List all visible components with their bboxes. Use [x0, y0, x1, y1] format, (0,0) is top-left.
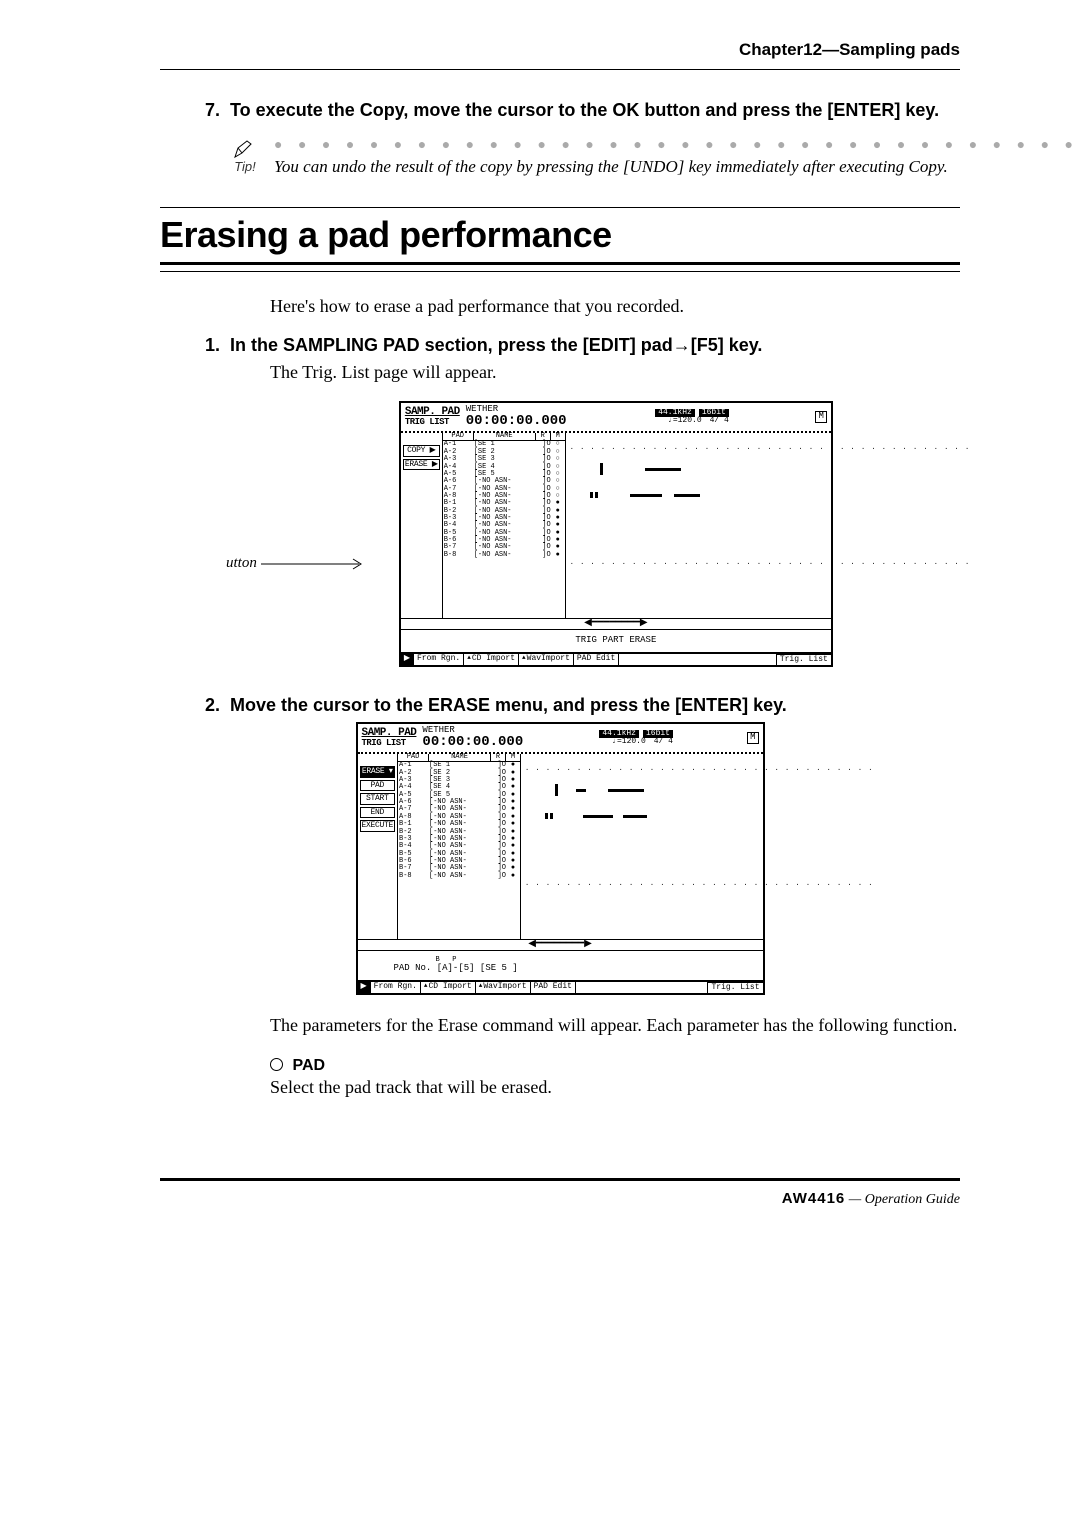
ss1-marker: M [815, 411, 826, 422]
erase-menu[interactable]: ERASE ▶ [403, 459, 440, 471]
step1-body: The Trig. List page will appear. [270, 362, 960, 383]
step2-title: Move the cursor to the ERASE menu, and p… [230, 695, 960, 716]
step-7: 7. To execute the Copy, move the cursor … [160, 100, 960, 121]
ss2-tab-icon[interactable]: ▶ [358, 982, 371, 993]
step1-title: In the SAMPLING PAD section, press the [… [230, 335, 960, 356]
ss2-sig: 4/ 4 [654, 738, 673, 746]
pad-param[interactable]: PAD [360, 780, 396, 792]
ss2-head-pad: PAD [398, 754, 429, 761]
pad-subheading: PAD [270, 1054, 960, 1075]
ss2-param: B P PAD No. [A]-[5] [SE 5 ] [358, 950, 763, 980]
section-rule-thick [160, 262, 960, 265]
tip-label: Tip! [234, 159, 256, 174]
step2-number: 2. [160, 695, 220, 716]
footer-model: AW4416 [782, 1190, 846, 1207]
tip-text: You can undo the result of the copy by p… [274, 157, 1080, 177]
step-2: 2. Move the cursor to the ERASE menu, an… [160, 695, 960, 716]
ss1-head-pad: PAD [443, 433, 474, 440]
ss1-tab-padedit[interactable]: PAD Edit [574, 654, 619, 665]
ss2-marker: M [747, 732, 758, 743]
list-item[interactable]: B-8[-NO ASN-]O● [443, 552, 565, 559]
ss1-tab-wavimport[interactable]: WavImport [519, 654, 574, 665]
ss2-tab-fromrgn[interactable]: From Rgn. [371, 982, 421, 993]
ss1-title2: TRIG LIST [405, 418, 460, 427]
arrow-icon [257, 556, 367, 572]
ss1-head-name: NAME [474, 433, 536, 440]
intro-para: Here's how to erase a pad performance th… [270, 296, 960, 317]
ss1-waveform: . . . . . . . . . . . . . . . . . . . . … [566, 433, 974, 618]
screenshot-2: SAMP. PAD TRIG LIST WETHER 00:00:00.000 … [356, 722, 765, 995]
ss2-list: PAD NAME R M A-1[SE 1]O●A-2[SE 2]O●A-3[S… [397, 754, 521, 939]
ss1-tempo: ♩=120.0 [668, 417, 702, 425]
screenshot-1: SAMP. PAD TRIG LIST WETHER 00:00:00.000 … [399, 401, 833, 667]
ss2-head-m: M [506, 754, 520, 761]
ss2-tab-wavimport[interactable]: WavImport [476, 982, 531, 993]
footer-text: AW4416 — Operation Guide [160, 1190, 960, 1208]
button-caption: utton [226, 555, 257, 572]
erase-menu-open[interactable]: ERASE ▾ [360, 766, 396, 778]
section-title: Erasing a pad performance [160, 214, 960, 256]
tip-block: Tip! ● ● ● ● ● ● ● ● ● ● ● ● ● ● ● ● ● ●… [230, 139, 960, 177]
ss2-waveform: . . . . . . . . . . . . . . . . . . . . … [521, 754, 877, 939]
ss2-footer: ▶ From Rgn. CD Import WavImport PAD Edit… [358, 980, 763, 993]
ss1-tab-fromrgn[interactable]: From Rgn. [414, 654, 464, 665]
copy-menu[interactable]: COPY ▶ [403, 445, 440, 457]
pencil-icon [233, 139, 257, 159]
ss2-tab-triglist[interactable]: Trig. List [707, 982, 762, 993]
ss1-list: PAD NAME R M A-1[SE 1]O○A-2[SE 2]O○A-3[S… [442, 433, 566, 618]
ss1-sig: 4/ 4 [710, 417, 729, 425]
chapter-label: Chapter12—Sampling pads [160, 40, 960, 60]
ss2-head-r: R [491, 754, 506, 761]
ss2-time: 00:00:00.000 [422, 735, 523, 750]
ss2-tab-padedit[interactable]: PAD Edit [531, 982, 576, 993]
ss2-title2: TRIG LIST [362, 739, 417, 748]
tip-dots: ● ● ● ● ● ● ● ● ● ● ● ● ● ● ● ● ● ● ● ● … [274, 139, 1080, 153]
ss2-scroll[interactable]: ◀━━━━━━━━▶ [358, 939, 763, 950]
ss2-tab-cdimport[interactable]: CD Import [421, 982, 476, 993]
ss1-tab-icon[interactable]: ▶ [401, 654, 414, 665]
end-param[interactable]: END [360, 807, 396, 819]
start-param[interactable]: START [360, 793, 396, 805]
ss2-head-name: NAME [429, 754, 491, 761]
pad-label: PAD [293, 1057, 326, 1074]
step2-body: The parameters for the Erase command wil… [270, 1015, 960, 1036]
section-rule-top [160, 207, 960, 208]
step7-number: 7. [160, 100, 220, 121]
step7-title: To execute the Copy, move the cursor to … [230, 100, 960, 121]
execute-button[interactable]: EXECUTE [360, 820, 396, 832]
ss2-tempo: ♩=120.0 [612, 738, 646, 746]
ss1-footer: ▶ From Rgn. CD Import WavImport PAD Edit… [401, 652, 831, 665]
step1-number: 1. [160, 335, 220, 356]
pad-desc: Select the pad track that will be erased… [270, 1077, 960, 1098]
footer-rule [160, 1178, 960, 1181]
ss1-head-m: M [551, 433, 565, 440]
ss1-tab-cdimport[interactable]: CD Import [464, 654, 519, 665]
ss1-head-r: R [536, 433, 551, 440]
ss1-command: TRIG PART ERASE [401, 629, 831, 651]
ss1-scroll[interactable]: ◀━━━━━━━━▶ [401, 618, 831, 629]
section-rule-bottom [160, 271, 960, 272]
bullet-icon [270, 1058, 283, 1071]
ss1-time: 00:00:00.000 [466, 414, 567, 429]
footer-guide: — Operation Guide [849, 1192, 960, 1207]
list-item[interactable]: B-8[-NO ASN-]O● [398, 873, 520, 880]
chapter-rule [160, 69, 960, 70]
step-1: 1. In the SAMPLING PAD section, press th… [160, 335, 960, 356]
ss1-tab-triglist[interactable]: Trig. List [776, 654, 831, 665]
